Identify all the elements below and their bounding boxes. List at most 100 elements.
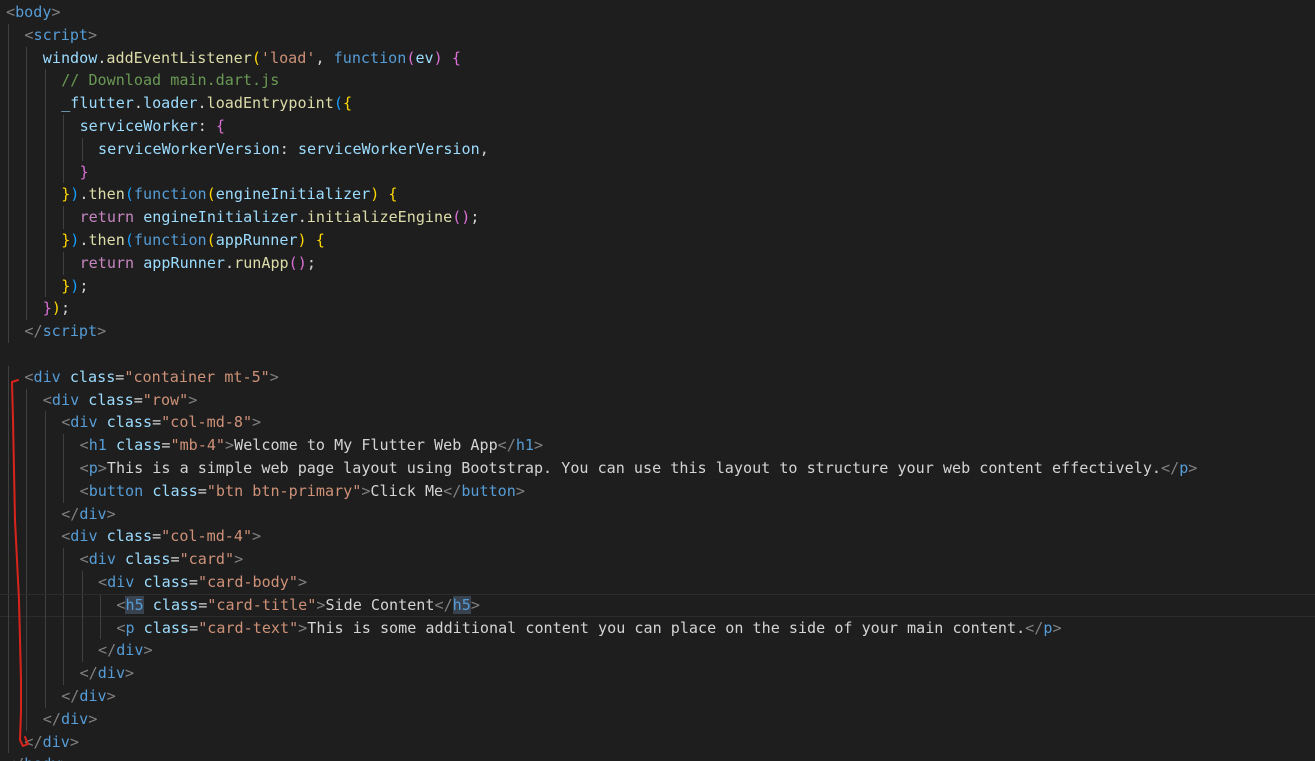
code-line[interactable]: </div>	[0, 730, 1315, 754]
code-line[interactable]: // Download main.dart.js	[0, 69, 1315, 93]
code-token: :	[279, 139, 298, 158]
code-token: :	[197, 117, 216, 135]
code-text: </div>	[24, 731, 79, 754]
code-token: <	[42, 390, 52, 409]
code-token: div	[79, 504, 107, 523]
code-line[interactable]: <body>	[0, 1, 1315, 24]
code-token: .	[225, 253, 235, 272]
indent-guide	[44, 548, 46, 571]
code-line[interactable]: serviceWorkerVersion: serviceWorkerVersi…	[0, 137, 1315, 161]
indent-guide	[81, 639, 83, 663]
code-line[interactable]: <div class="col-md-4">	[0, 525, 1315, 549]
indent-guide	[26, 46, 28, 70]
code-token: function	[133, 185, 207, 204]
code-token: div	[60, 709, 89, 728]
code-token: "card-text"	[198, 618, 299, 637]
code-editor[interactable]: <body> <script> window.addEventListener('l…	[0, 0, 1315, 761]
indent-guide	[26, 457, 28, 480]
code-line[interactable]: <div class="card">	[0, 548, 1315, 571]
code-text: <p>This is a simple web page layout usin…	[80, 457, 1198, 480]
code-token: serviceWorkerVersion	[297, 139, 480, 158]
code-token: }	[61, 276, 71, 295]
code-line[interactable]: </script>	[0, 320, 1315, 343]
code-line[interactable]: return engineInitializer.initializeEngin…	[0, 206, 1315, 229]
code-text: serviceWorker: {	[80, 115, 225, 138]
code-line[interactable]: <h1 class="mb-4">Welcome to My Flutter W…	[0, 434, 1315, 457]
indent-guide	[81, 616, 83, 640]
code-token: >	[252, 527, 262, 546]
indent-guide	[8, 457, 9, 480]
code-line[interactable]: serviceWorker: {	[0, 115, 1315, 138]
code-line[interactable]: <script>	[0, 23, 1315, 47]
code-line[interactable]: </div>	[0, 502, 1315, 526]
code-token: </	[443, 481, 462, 500]
code-line[interactable]: </div>	[0, 662, 1315, 685]
code-line[interactable]: </div>	[0, 707, 1315, 731]
code-token: >	[125, 664, 135, 683]
code-line[interactable]: });	[0, 297, 1315, 321]
indent-guide	[8, 434, 9, 457]
code-token: )	[370, 185, 380, 204]
code-token: body	[15, 3, 52, 21]
code-text: </div>	[61, 503, 116, 526]
code-token: >	[225, 436, 235, 455]
code-text: }).then(function(appRunner) {	[61, 229, 325, 252]
code-token: button	[88, 481, 144, 500]
code-line[interactable]: });	[0, 274, 1315, 298]
code-token: then	[88, 231, 125, 249]
code-token: </	[61, 504, 80, 523]
code-line[interactable]: </body>	[0, 753, 1315, 761]
code-token: div	[116, 641, 144, 660]
indent-guide	[44, 457, 46, 480]
code-token: </	[24, 322, 43, 341]
code-line[interactable]: }).then(function(appRunner) {	[0, 229, 1315, 252]
code-line[interactable]: <div class="card-body">	[0, 571, 1315, 594]
code-token: div	[70, 527, 98, 546]
code-line[interactable]: <div class="col-md-8">	[0, 411, 1315, 435]
code-token: >	[534, 436, 544, 455]
code-line[interactable]: return appRunner.runApp();	[0, 251, 1315, 275]
code-line[interactable]: window.addEventListener('load', function…	[0, 46, 1315, 70]
code-line[interactable]: <div class="container mt-5">	[0, 365, 1315, 389]
indent-guide	[26, 616, 28, 640]
indent-guide	[44, 69, 46, 93]
indent-guide	[8, 115, 9, 138]
code-token: >	[470, 595, 480, 614]
code-line[interactable]	[0, 343, 1315, 366]
code-token: // Download main.dart.js	[61, 71, 280, 90]
code-token: Side Content	[325, 595, 435, 614]
code-token: <	[79, 481, 89, 500]
code-token: class	[152, 481, 198, 500]
code-token: class	[106, 413, 153, 432]
code-line[interactable]: </div>	[0, 685, 1315, 708]
indent-guide	[44, 594, 46, 618]
code-token: script	[33, 25, 89, 44]
code-token: 'load'	[260, 48, 316, 67]
indent-guide	[8, 23, 9, 47]
code-line-current[interactable]: <h5 class="card-title">Side Content</h5>	[0, 593, 1315, 618]
indent-guide	[8, 616, 9, 640]
code-line[interactable]: _flutter.loader.loadEntrypoint({	[0, 92, 1315, 115]
code-token: _flutter	[61, 94, 134, 113]
code-line[interactable]: </div>	[0, 639, 1315, 663]
code-line[interactable]: <button class="btn btn-primary">Click Me…	[0, 479, 1315, 503]
code-line[interactable]: <p>This is a simple web page layout usin…	[0, 457, 1315, 480]
indent-guide	[26, 388, 28, 412]
code-line[interactable]: }	[0, 160, 1315, 184]
code-line[interactable]: <p class="card-text">This is some additi…	[0, 616, 1315, 640]
code-text: </div>	[61, 685, 116, 708]
indent-guide	[44, 411, 46, 435]
code-token: )	[297, 231, 307, 249]
code-text: <p class="card-text">This is some additi…	[116, 617, 1061, 640]
code-text: <div class="card-body">	[98, 571, 307, 594]
indent-guide	[26, 274, 28, 298]
code-token: =	[115, 367, 125, 386]
code-line[interactable]: }).then(function(engineInitializer) {	[0, 183, 1315, 207]
indent-guide	[26, 502, 28, 526]
code-line[interactable]: <div class="row">	[0, 388, 1315, 412]
indent-guide	[81, 594, 83, 618]
indent-guide	[44, 571, 46, 594]
